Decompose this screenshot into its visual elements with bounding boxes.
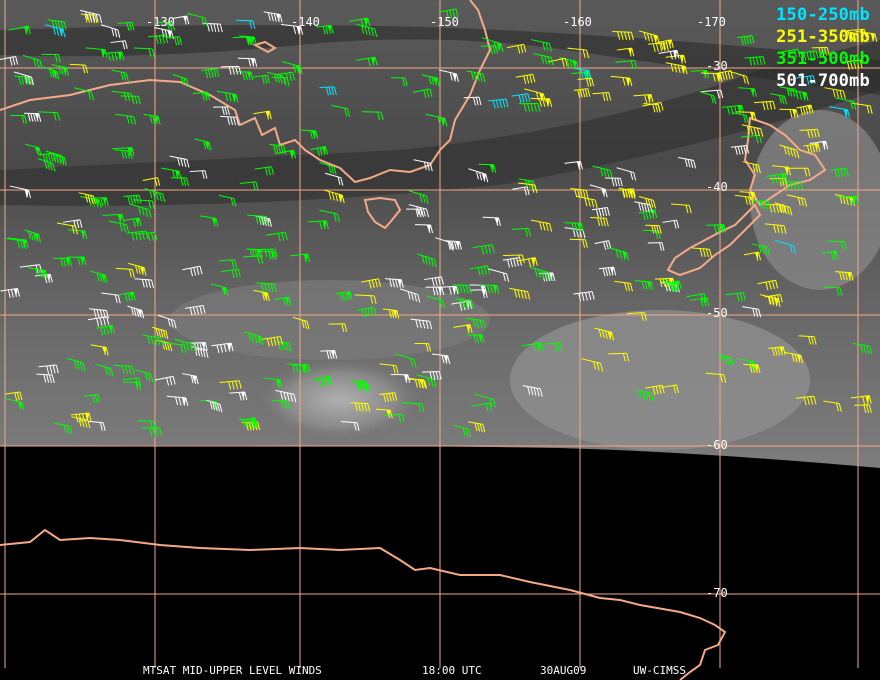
lat-label-40: -40 bbox=[706, 180, 728, 194]
footer-product: MTSAT MID-UPPER LEVEL WINDS bbox=[143, 664, 322, 677]
cloud-mass-east bbox=[510, 310, 810, 450]
legend-entry-251-350: 251-350mb bbox=[776, 27, 870, 47]
lat-label-70: -70 bbox=[706, 586, 728, 600]
pressure-legend: 150-250mb 251-350mb 351-500mb 501-700mb bbox=[776, 4, 870, 92]
antarctica-coast bbox=[0, 528, 727, 680]
wind-barb-shaft bbox=[700, 72, 721, 75]
lat-label-30: -30 bbox=[706, 59, 728, 73]
satellite-map: -130 -140 -150 -160 -170 -30 -40 -50 -60… bbox=[0, 0, 880, 680]
footer-date: 30AUG09 bbox=[540, 664, 587, 677]
lon-label-170: -170 bbox=[697, 15, 726, 29]
map-canvas: -130 -140 -150 -160 -170 -30 -40 -50 -60… bbox=[0, 0, 880, 680]
image-footer: MTSAT MID-UPPER LEVEL WINDS 18:00 UTC 30… bbox=[0, 664, 880, 678]
lon-label-160: -160 bbox=[563, 15, 592, 29]
wind-barb-shaft bbox=[827, 240, 845, 243]
lat-label-60: -60 bbox=[706, 438, 728, 452]
legend-entry-150-250: 150-250mb bbox=[776, 5, 870, 25]
wind-barb-shaft bbox=[38, 111, 58, 114]
cloud-swirl bbox=[250, 355, 430, 445]
lon-label-150: -150 bbox=[430, 15, 459, 29]
lon-label-130: -130 bbox=[146, 15, 175, 29]
legend-entry-501-700: 501-700mb bbox=[776, 71, 870, 91]
legend-entry-351-500: 351-500mb bbox=[776, 49, 870, 69]
footer-time: 18:00 UTC bbox=[422, 664, 482, 677]
lat-label-50: -50 bbox=[706, 306, 728, 320]
lon-label-140: -140 bbox=[291, 15, 320, 29]
footer-source: UW-CIMSS bbox=[633, 664, 686, 677]
